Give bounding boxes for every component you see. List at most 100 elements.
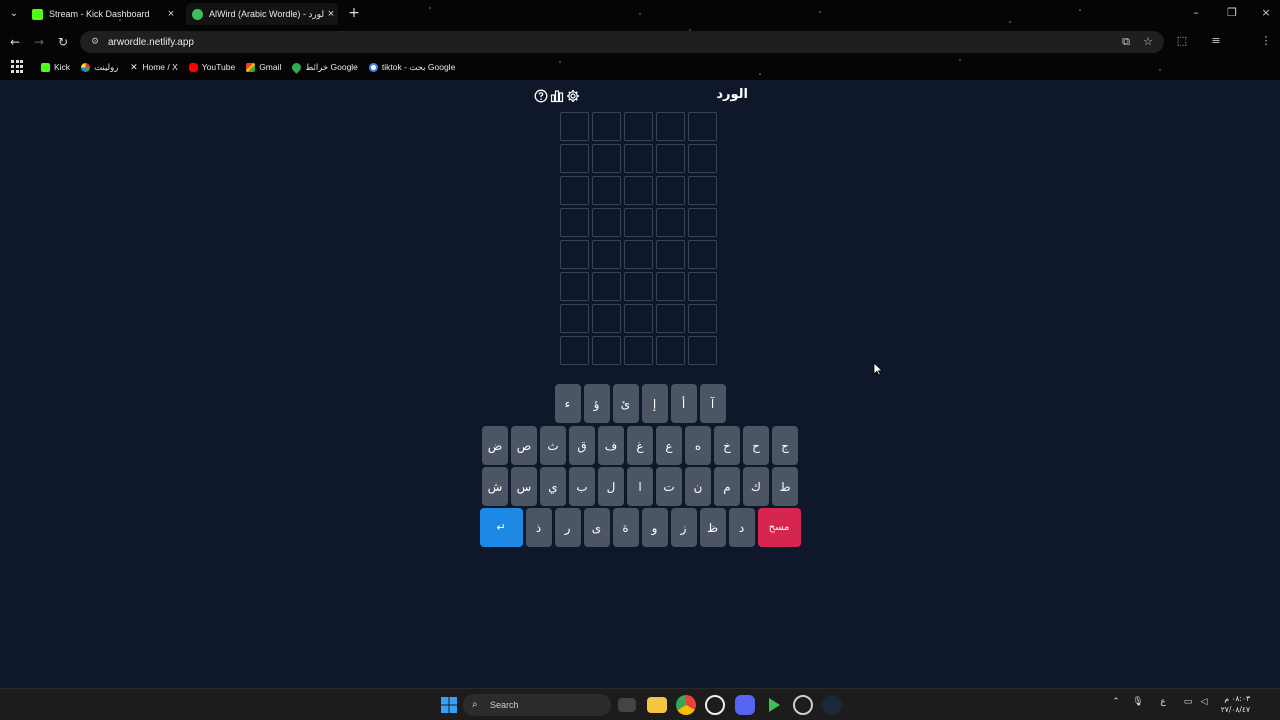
letter-key[interactable]: ل (598, 467, 624, 506)
input-language-indicator[interactable]: ع (1157, 697, 1169, 707)
letter-tile (656, 176, 685, 205)
taskbar-search-box[interactable]: ⌕ Search (463, 694, 611, 716)
letter-key[interactable]: ك (743, 467, 769, 506)
clock-date: ٢٧/٠٨/٤٧ (1220, 705, 1250, 714)
bookmark-label: Home / X (142, 62, 178, 72)
letter-key[interactable]: ش (482, 467, 508, 506)
media-player-icon[interactable] (764, 695, 784, 715)
letter-key[interactable]: خ (714, 426, 740, 465)
statistics-chart-icon[interactable] (550, 89, 564, 103)
letter-key[interactable]: ه (685, 426, 711, 465)
back-arrow-icon[interactable]: ← (6, 33, 24, 51)
install-app-icon[interactable]: ⧉ (1118, 34, 1134, 50)
menu-kebab-icon[interactable]: ⋮ (1258, 33, 1274, 49)
letter-key[interactable]: ء (554, 384, 581, 423)
search-placeholder: Search (490, 700, 519, 710)
letter-key[interactable]: ذ (525, 508, 552, 547)
letter-tile (656, 112, 685, 141)
bookmark-gmail[interactable]: Gmail (246, 62, 281, 72)
letter-key[interactable]: ا (627, 467, 653, 506)
letter-key[interactable]: ر (554, 508, 581, 547)
system-clock[interactable]: ٠٨:٠٣ م ٢٧/٠٨/٤٧ (1202, 693, 1250, 715)
letter-key[interactable]: م (714, 467, 740, 506)
letter-key[interactable]: ن (685, 467, 711, 506)
delete-key[interactable]: مسح (757, 508, 801, 547)
letter-key[interactable]: آ (699, 384, 726, 423)
tab-title: AlWird (Arabic Wordle) - الورد (209, 8, 324, 19)
letter-key[interactable]: و (641, 508, 668, 547)
letter-tile (656, 336, 685, 365)
enter-key[interactable]: ↵ (479, 508, 523, 547)
letter-tile (560, 144, 589, 173)
bookmark-youtube[interactable]: YouTube (188, 62, 235, 72)
windows-start-icon[interactable] (439, 695, 459, 715)
microphone-icon[interactable]: 🎙 (1132, 697, 1144, 707)
letter-tile (592, 208, 621, 237)
letter-key[interactable]: أ (670, 384, 697, 423)
bookmark-star-icon[interactable]: ☆ (1140, 34, 1156, 50)
address-bar[interactable]: ⚙ arwordle.netlify.app ⧉ ☆ (80, 31, 1164, 53)
letter-key[interactable]: ض (482, 426, 508, 465)
settings-gear-icon[interactable] (566, 89, 580, 103)
bookmark-x-home[interactable]: ✕ Home / X (129, 61, 178, 72)
close-tab-icon[interactable]: × (164, 8, 178, 20)
bookmark-roulette[interactable]: رولينت (81, 62, 118, 73)
bookmark-kick[interactable]: Kick (41, 62, 70, 72)
obs-icon[interactable] (705, 695, 725, 715)
letter-key[interactable]: ة (612, 508, 639, 547)
x-icon: ✕ (130, 61, 138, 72)
letter-key[interactable]: ب (569, 467, 595, 506)
tab-search-chevron-icon[interactable]: ⌄ (6, 6, 22, 22)
letter-key[interactable]: ظ (699, 508, 726, 547)
letter-key[interactable]: ح (743, 426, 769, 465)
file-explorer-icon[interactable] (647, 697, 667, 713)
discord-icon[interactable] (735, 695, 755, 715)
bookmark-google-tiktok[interactable]: tiktok - بحث Google (368, 62, 455, 73)
letter-key[interactable]: د (728, 508, 755, 547)
chrome-icon[interactable] (676, 695, 696, 715)
bookmark-label: رولينت (94, 61, 119, 72)
tray-overflow-chevron-icon[interactable]: ⌃ (1110, 697, 1122, 707)
apps-grid-icon[interactable] (11, 60, 25, 74)
letter-key[interactable]: ج (772, 426, 798, 465)
keyboard-row-1: ءؤئإأآ (0, 384, 1280, 423)
tab-alwird[interactable]: AlWird (Arabic Wordle) - الورد × (186, 3, 338, 25)
minimize-icon[interactable]: – (1186, 4, 1206, 22)
letter-tile (560, 240, 589, 269)
media-control-icon[interactable]: ≡ (1208, 33, 1224, 49)
forward-arrow-icon[interactable]: → (30, 33, 48, 51)
letter-key[interactable]: ؤ (583, 384, 610, 423)
letter-key[interactable]: ئ (612, 384, 639, 423)
app-notification-icon[interactable] (793, 695, 813, 715)
letter-key[interactable]: ز (670, 508, 697, 547)
letter-key[interactable]: ت (656, 467, 682, 506)
tab-kick-dashboard[interactable]: Stream - Kick Dashboard × (26, 3, 178, 25)
network-icon[interactable]: ▭ (1182, 697, 1194, 707)
site-info-icon[interactable]: ⚙ (88, 35, 102, 49)
letter-key[interactable]: غ (627, 426, 653, 465)
bookmark-google-maps[interactable]: خرائط Google (290, 60, 358, 74)
letter-key[interactable]: ع (656, 426, 682, 465)
letter-key[interactable]: ث (540, 426, 566, 465)
letter-key[interactable]: إ (641, 384, 668, 423)
letter-key[interactable]: ق (569, 426, 595, 465)
letter-key[interactable]: س (511, 467, 537, 506)
letter-tile (688, 304, 717, 333)
bookmarks-bar: Kick رولينت ✕ Home / X YouTube Gmail خرا… (0, 58, 1280, 76)
keyboard-row-2: ضصثقفغعهخحج (0, 426, 1280, 465)
letter-key[interactable]: ي (540, 467, 566, 506)
help-icon[interactable] (534, 89, 548, 103)
new-tab-plus-icon[interactable]: + (346, 5, 362, 21)
letter-key[interactable]: ط (772, 467, 798, 506)
close-window-icon[interactable]: × (1256, 4, 1276, 22)
restore-icon[interactable]: ❐ (1222, 4, 1242, 22)
close-tab-icon[interactable]: × (324, 8, 338, 20)
letter-tile (656, 240, 685, 269)
reload-icon[interactable]: ↻ (54, 33, 72, 51)
letter-key[interactable]: ف (598, 426, 624, 465)
steam-icon[interactable] (822, 695, 842, 715)
extensions-puzzle-icon[interactable]: ⬚ (1174, 33, 1190, 49)
letter-key[interactable]: ص (511, 426, 537, 465)
task-view-icon[interactable] (618, 698, 636, 712)
letter-key[interactable]: ى (583, 508, 610, 547)
